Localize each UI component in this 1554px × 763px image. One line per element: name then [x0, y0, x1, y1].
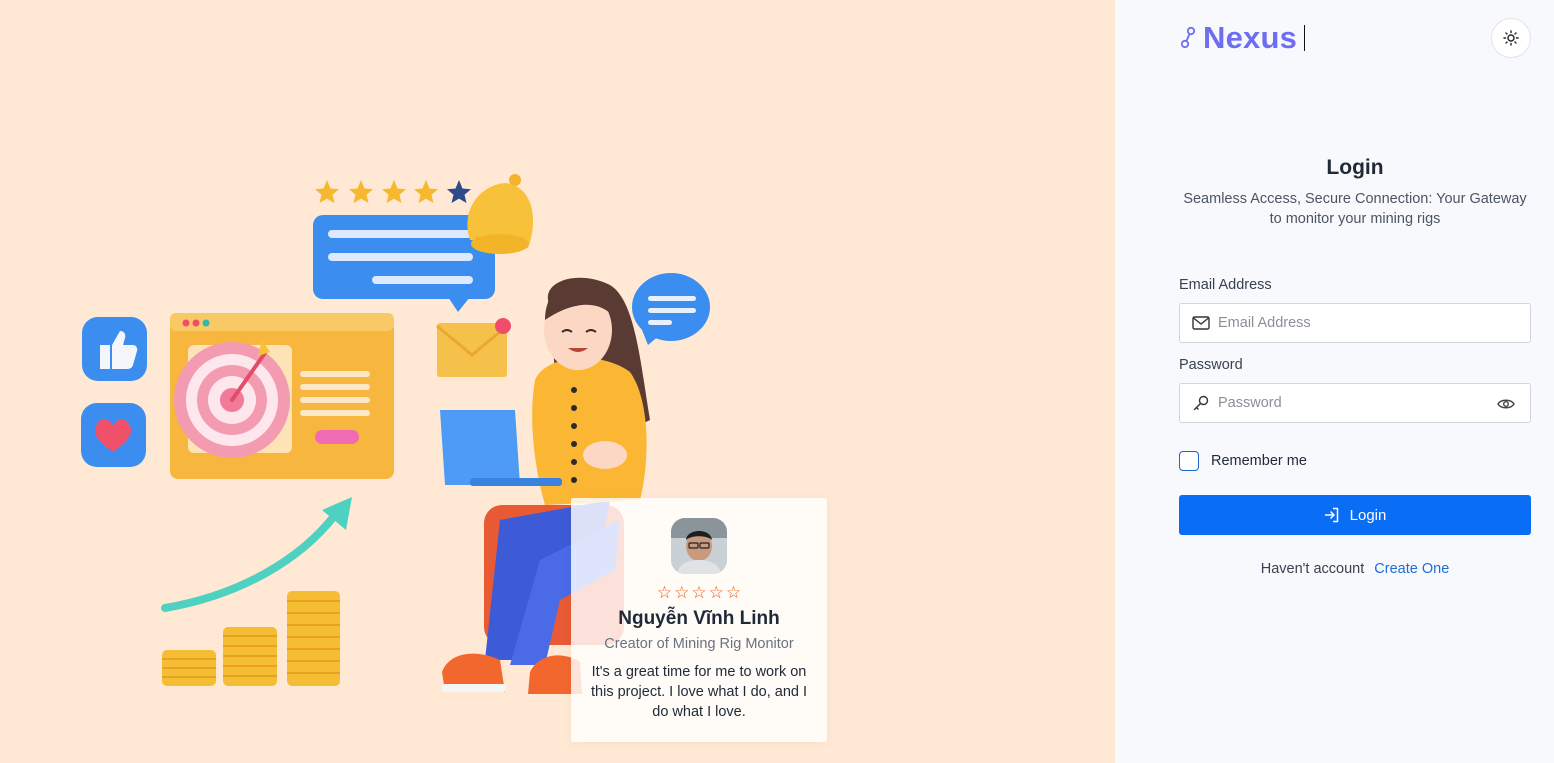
hero-panel: ☆ ☆ ☆ ☆ ☆ Nguyễn Vĩnh Linh Creator of Mi…: [0, 0, 1115, 763]
brand-logo[interactable]: Nexus: [1179, 20, 1306, 56]
illustration-like-heart: [81, 317, 147, 467]
password-input[interactable]: [1218, 395, 1518, 411]
login-button[interactable]: Login: [1179, 495, 1531, 535]
avatar: [671, 518, 727, 574]
link-chain-icon: [1180, 26, 1196, 49]
testimonial-quote: It's a great time for me to work on this…: [591, 664, 808, 720]
star-icon: ☆: [725, 583, 742, 603]
rating-stars: ☆ ☆ ☆ ☆ ☆: [571, 584, 827, 602]
illustration-small-bubble: [632, 273, 710, 345]
illustration-bell: [467, 174, 534, 254]
illustration-envelope: [436, 318, 511, 377]
email-label: Email Address: [1179, 277, 1272, 293]
avatar-image: [671, 518, 727, 574]
star-icon: ☆: [691, 583, 707, 603]
login-panel: Nexus Login Seamless Access, Secure Conn…: [1115, 0, 1554, 763]
password-field[interactable]: [1179, 383, 1531, 423]
testimonial-role: Creator of Mining Rig Monitor: [604, 636, 794, 652]
email-field[interactable]: [1179, 303, 1531, 343]
theme-toggle-button[interactable]: [1491, 18, 1531, 58]
key-icon: [1192, 394, 1210, 412]
star-icon: ☆: [708, 583, 724, 603]
page-subtitle: Seamless Access, Secure Connection: Your…: [1183, 191, 1527, 227]
signup-prompt: Haven't account: [1260, 561, 1365, 577]
signup-row: Haven't account Create One: [1179, 561, 1531, 577]
login-button-label: Login: [1349, 506, 1387, 524]
illustration-stars: [315, 180, 471, 203]
page-title: Login: [1326, 156, 1384, 179]
create-account-link[interactable]: Create One: [1374, 561, 1449, 577]
illustration-browser-target: [170, 313, 394, 479]
email-input[interactable]: [1218, 315, 1518, 331]
remember-me-checkbox[interactable]: [1179, 451, 1199, 471]
text-cursor: [1304, 25, 1306, 51]
testimonial-card: ☆ ☆ ☆ ☆ ☆ Nguyễn Vĩnh Linh Creator of Mi…: [571, 498, 827, 742]
password-label: Password: [1179, 357, 1243, 373]
testimonial-name: Nguyễn Vĩnh Linh: [618, 608, 780, 629]
login-arrow-icon: [1324, 507, 1338, 523]
login-form: Login Seamless Access, Secure Connection…: [1179, 156, 1531, 577]
remember-me-label[interactable]: Remember me: [1211, 453, 1307, 469]
hero-illustration: [81, 174, 710, 694]
mail-icon: [1192, 314, 1210, 332]
sun-icon: [1503, 30, 1519, 46]
star-icon: ☆: [656, 583, 673, 603]
eye-icon[interactable]: [1496, 394, 1516, 414]
brand-name: Nexus: [1203, 20, 1298, 55]
remember-me-row: Remember me: [1179, 451, 1531, 471]
star-icon: ☆: [674, 583, 690, 603]
